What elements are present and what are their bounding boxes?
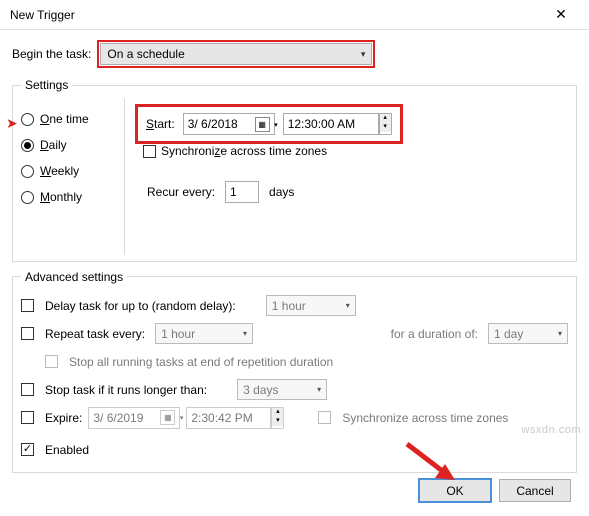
settings-legend: Settings bbox=[21, 78, 72, 92]
radio-icon bbox=[21, 139, 34, 152]
time-spinner[interactable]: ▴▾ bbox=[379, 113, 392, 135]
chevron-down-icon: ▾ bbox=[317, 385, 321, 394]
radio-daily[interactable]: Daily bbox=[21, 132, 116, 158]
duration-select[interactable]: 1 day▾ bbox=[488, 323, 568, 344]
chevron-down-icon: ▾ bbox=[558, 329, 562, 338]
stop-all-checkbox[interactable] bbox=[45, 355, 58, 368]
expire-date-field[interactable]: 3/ 6/2019 ▦ bbox=[88, 407, 180, 429]
begin-task-label: Begin the task: bbox=[12, 47, 91, 61]
recur-unit: days bbox=[269, 185, 294, 199]
radio-monthly[interactable]: Monthly bbox=[21, 184, 116, 210]
expire-checkbox[interactable] bbox=[21, 411, 34, 424]
stop-all-label: Stop all running tasks at end of repetit… bbox=[69, 355, 333, 369]
expire-label: Expire: bbox=[45, 411, 82, 425]
calendar-icon: ▦ bbox=[255, 117, 270, 132]
advanced-legend: Advanced settings bbox=[21, 270, 127, 284]
start-highlight: Start: 3/ 6/2018 ▦ 12:30:00 AM ▴▾ bbox=[135, 104, 403, 144]
chevron-down-icon: ▾ bbox=[346, 301, 350, 310]
radio-icon bbox=[21, 113, 34, 126]
radio-icon bbox=[21, 165, 34, 178]
cancel-button[interactable]: Cancel bbox=[499, 479, 571, 502]
start-label: Start: bbox=[146, 117, 175, 131]
start-time-field[interactable]: 12:30:00 AM bbox=[283, 113, 379, 135]
window-title: New Trigger bbox=[10, 8, 541, 22]
radio-weekly[interactable]: Weekly bbox=[21, 158, 116, 184]
delay-select[interactable]: 1 hour▾ bbox=[266, 295, 356, 316]
radio-icon bbox=[21, 191, 34, 204]
expire-sync-label: Synchronize across time zones bbox=[342, 411, 508, 425]
repeat-label: Repeat task every: bbox=[45, 327, 145, 341]
sync-timezone-checkbox[interactable] bbox=[143, 145, 156, 158]
delay-label: Delay task for up to (random delay): bbox=[45, 299, 236, 313]
recur-input[interactable]: 1 bbox=[225, 181, 259, 203]
close-icon: ✕ bbox=[555, 6, 567, 23]
repeat-select[interactable]: 1 hour▾ bbox=[155, 323, 253, 344]
title-bar: New Trigger ✕ bbox=[0, 0, 589, 30]
expire-time-field[interactable]: 2:30:42 PM bbox=[186, 407, 271, 429]
radio-one-time[interactable]: One time bbox=[21, 106, 116, 132]
chevron-down-icon: ▾ bbox=[243, 329, 247, 338]
stop-if-select[interactable]: 3 days▾ bbox=[237, 379, 327, 400]
enabled-checkbox[interactable] bbox=[21, 443, 34, 456]
chevron-down-icon: ▾ bbox=[361, 49, 366, 60]
enabled-label: Enabled bbox=[45, 443, 89, 457]
delay-checkbox[interactable] bbox=[21, 299, 34, 312]
begin-task-value: On a schedule bbox=[107, 47, 184, 61]
stop-if-checkbox[interactable] bbox=[21, 383, 34, 396]
time-spinner[interactable]: ▴▾ bbox=[271, 407, 284, 429]
advanced-group: Advanced settings Delay task for up to (… bbox=[12, 270, 577, 473]
settings-group: Settings One time Daily Weekly Monthly bbox=[12, 78, 577, 262]
calendar-icon: ▦ bbox=[160, 410, 175, 425]
duration-label: for a duration of: bbox=[391, 327, 478, 341]
expire-sync-checkbox[interactable] bbox=[318, 411, 331, 424]
ok-button[interactable]: OK bbox=[419, 479, 491, 502]
start-date-field[interactable]: 3/ 6/2018 ▦ bbox=[183, 113, 275, 135]
repeat-checkbox[interactable] bbox=[21, 327, 34, 340]
begin-task-combo[interactable]: On a schedule ▾ bbox=[100, 43, 372, 65]
close-button[interactable]: ✕ bbox=[541, 1, 581, 29]
recur-label: Recur every: bbox=[147, 185, 215, 199]
sync-timezone-label: Synchronize across time zones bbox=[161, 144, 327, 158]
stop-if-label: Stop task if it runs longer than: bbox=[45, 383, 207, 397]
